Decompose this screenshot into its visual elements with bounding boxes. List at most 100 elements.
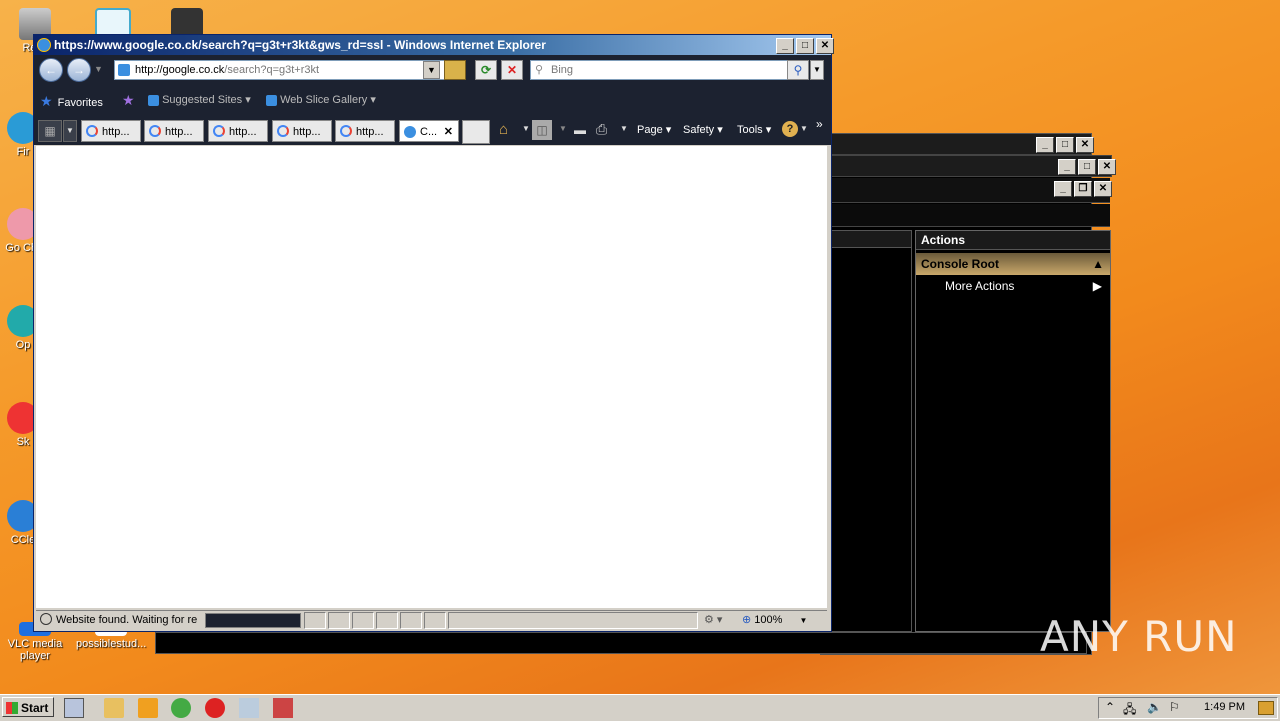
network-icon[interactable]: 🖧 xyxy=(1123,700,1136,721)
status-segment xyxy=(376,612,398,629)
browser-tab[interactable]: http... xyxy=(272,120,332,142)
google-icon xyxy=(149,125,161,137)
restore-button[interactable]: ❐ xyxy=(1074,181,1092,197)
more-actions-item[interactable]: More Actions ▶ xyxy=(916,275,1110,297)
minimize-button[interactable]: _ xyxy=(1054,181,1072,197)
browser-tab[interactable]: http... xyxy=(144,120,204,142)
search-magnifier-icon: ⚲ xyxy=(535,64,544,76)
address-dropdown-button[interactable]: ▼ xyxy=(423,61,440,79)
taskbar-ie-icon[interactable] xyxy=(64,698,84,718)
tab-label: http... xyxy=(102,126,130,138)
favorites-button[interactable]: ★ Favorites xyxy=(40,93,103,110)
history-dropdown-icon[interactable]: ▼ xyxy=(94,64,103,74)
collapse-arrow-icon[interactable]: ▲ xyxy=(1092,253,1104,275)
forward-button[interactable]: → xyxy=(67,58,91,82)
zoom-level: 100% xyxy=(754,614,783,626)
show-desktop-button[interactable] xyxy=(1258,701,1274,715)
tab-list-dropdown[interactable]: ▼ xyxy=(63,120,77,142)
close-button[interactable]: ✕ xyxy=(1076,137,1094,153)
desktop-icon-label: VLC media player xyxy=(7,638,63,662)
close-button[interactable]: ✕ xyxy=(816,38,834,54)
start-button[interactable]: Start xyxy=(2,697,54,717)
back-button[interactable]: ← xyxy=(39,58,63,82)
console-root-label: Console Root xyxy=(921,257,999,271)
clock[interactable]: 1:49 PM xyxy=(1204,701,1245,713)
address-bar[interactable]: http://google.co.ck/search?q=g3t+r3kt xyxy=(114,60,460,80)
browser-tab[interactable]: http... xyxy=(208,120,268,142)
web-slice-gallery-label: Web Slice Gallery xyxy=(280,94,368,106)
refresh-icon[interactable]: ⟳ xyxy=(475,60,497,80)
web-slice-gallery-link[interactable]: Web Slice Gallery ▾ xyxy=(266,93,376,106)
taskbar-explorer-icon[interactable] xyxy=(104,698,124,718)
taskbar-opera-icon[interactable] xyxy=(205,698,225,718)
help-icon[interactable]: ? xyxy=(782,121,798,137)
print-dropdown[interactable]: ▼ xyxy=(620,124,628,133)
search-button[interactable]: ⚲ xyxy=(787,60,809,80)
status-text: Website found. Waiting for re xyxy=(56,614,198,626)
volume-icon[interactable]: 🔈 xyxy=(1147,700,1162,714)
system-tray: ⌃ 🖧 🔈 ⚐ 1:49 PM xyxy=(1098,697,1278,719)
minimize-button[interactable]: _ xyxy=(1058,159,1076,175)
console-root-section[interactable]: Console Root ▲ xyxy=(916,253,1110,275)
progress-bar xyxy=(205,613,301,628)
loading-icon xyxy=(40,613,52,625)
search-options-dropdown[interactable]: ▼ xyxy=(810,60,824,80)
minimize-button[interactable]: _ xyxy=(1036,137,1054,153)
add-favorite-icon[interactable]: ★ xyxy=(122,92,135,109)
show-hidden-icons-icon[interactable]: ⌃ xyxy=(1105,700,1115,714)
search-box[interactable]: ⚲ Bing xyxy=(530,60,804,80)
mmc-child-controls: _ ❐ ✕ xyxy=(1054,181,1112,197)
tab-bar: ▦ ▼ http... http... http... http... http… xyxy=(34,115,831,145)
browser-tab-active[interactable]: C... ✕ xyxy=(399,120,459,142)
desktop-icon-label: Fir xyxy=(16,146,30,158)
close-button[interactable]: ✕ xyxy=(1094,181,1112,197)
suggested-sites-link[interactable]: Suggested Sites ▾ xyxy=(148,93,251,106)
taskbar-app-icon[interactable] xyxy=(273,698,293,718)
suggested-sites-label: Suggested Sites xyxy=(162,94,243,106)
stop-icon[interactable]: ✕ xyxy=(501,60,523,80)
print-icon[interactable]: ⎙ xyxy=(596,121,607,138)
mmc-inner-controls: _ □ ✕ xyxy=(1058,159,1116,175)
lock-icon[interactable] xyxy=(444,60,466,80)
tab-label: http... xyxy=(356,126,384,138)
quick-tabs-button[interactable]: ▦ xyxy=(38,120,62,142)
feeds-dropdown[interactable]: ▼ xyxy=(559,124,567,133)
new-tab-button[interactable] xyxy=(462,120,490,144)
taskbar-media-player-icon[interactable] xyxy=(138,698,158,718)
page-menu[interactable]: Page ▾ xyxy=(637,123,671,136)
taskbar-chrome-icon[interactable] xyxy=(171,698,191,718)
browser-tab[interactable]: http... xyxy=(81,120,141,142)
close-button[interactable]: ✕ xyxy=(1098,159,1116,175)
favorites-star-icon: ★ xyxy=(40,93,53,109)
status-segment xyxy=(328,612,350,629)
tab-label: C... xyxy=(420,126,438,138)
windows-logo-icon xyxy=(6,702,18,714)
browser-tab[interactable]: http... xyxy=(335,120,395,142)
maximize-button[interactable]: □ xyxy=(1078,159,1096,175)
home-icon[interactable]: ⌂ xyxy=(499,121,508,138)
home-dropdown[interactable]: ▼ xyxy=(522,124,530,133)
status-segment xyxy=(424,612,446,629)
help-dropdown[interactable]: ▼ xyxy=(800,124,808,133)
protected-mode-icon[interactable]: ⚙ ▾ xyxy=(704,611,722,629)
page-content[interactable] xyxy=(36,146,827,608)
favorites-bar: ★ Favorites ★ Suggested Sites ▾ Web Slic… xyxy=(34,85,831,115)
google-icon xyxy=(277,125,289,137)
read-mail-icon[interactable]: ▬ xyxy=(574,123,586,137)
minimize-button[interactable]: _ xyxy=(776,38,794,54)
zoom-control[interactable]: ⊕ 100% ▼ xyxy=(742,611,807,630)
feeds-icon[interactable]: ◫ xyxy=(532,120,552,140)
zoom-dropdown[interactable]: ▼ xyxy=(799,616,807,625)
submenu-arrow-icon: ▶ xyxy=(1092,279,1102,293)
taskbar: Start ⌃ 🖧 🔈 ⚐ 1:49 PM xyxy=(0,694,1280,721)
close-tab-icon[interactable]: ✕ xyxy=(444,121,453,141)
tools-menu[interactable]: Tools ▾ xyxy=(737,123,771,136)
taskbar-notepad-icon[interactable] xyxy=(239,698,259,718)
action-center-flag-icon[interactable]: ⚐ xyxy=(1169,700,1180,714)
maximize-button[interactable]: □ xyxy=(1056,137,1074,153)
toolbar-overflow-icon[interactable]: » xyxy=(816,117,823,131)
zoom-icon: ⊕ xyxy=(742,614,752,626)
safety-menu[interactable]: Safety ▾ xyxy=(683,123,723,136)
ie-window-title: https://www.google.co.ck/search?q=g3t+r3… xyxy=(54,38,546,52)
maximize-button[interactable]: □ xyxy=(796,38,814,54)
